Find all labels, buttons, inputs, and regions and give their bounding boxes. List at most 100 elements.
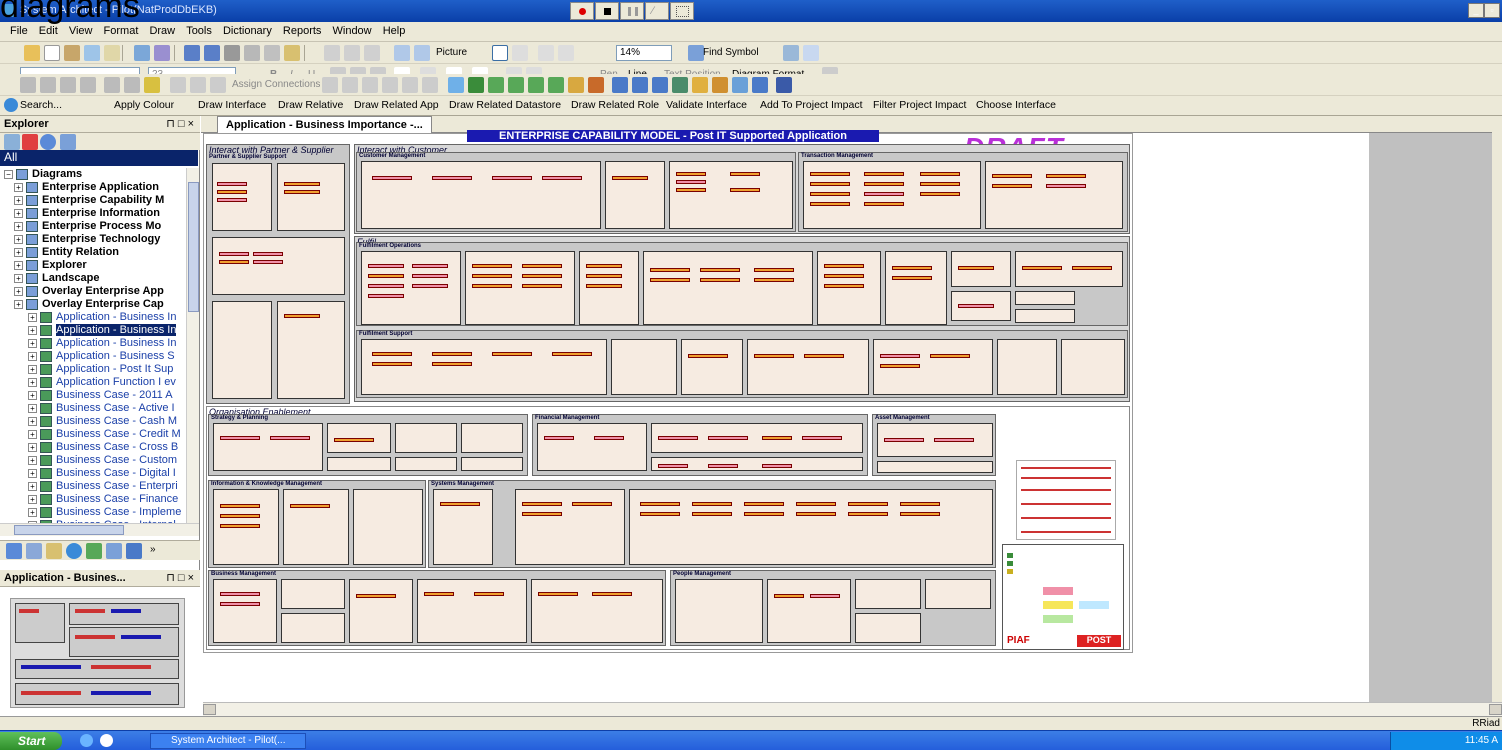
space-h-icon[interactable] — [104, 77, 120, 93]
route-icon[interactable] — [190, 77, 206, 93]
group-information-knowledge[interactable]: Information & Knowledge Management — [208, 480, 426, 568]
capability-box[interactable] — [985, 161, 1123, 229]
capability-box[interactable] — [651, 457, 863, 471]
capability-box[interactable] — [361, 251, 461, 325]
group-fulfilment-support[interactable]: Fulfilment Support — [356, 330, 1128, 398]
explorer-controls[interactable]: ⊓ □ × — [166, 117, 194, 130]
canvas-hscrollbar[interactable] — [203, 702, 1502, 716]
expand-toggle-icon[interactable]: + — [28, 391, 37, 400]
clipboard-icon[interactable] — [344, 45, 360, 61]
properties-icon[interactable] — [4, 134, 20, 150]
expand-toggle-icon[interactable]: + — [28, 417, 37, 426]
copy-diagram-icon[interactable] — [84, 45, 100, 61]
explorer-filter[interactable]: All — [0, 150, 198, 166]
capability-box[interactable] — [855, 579, 921, 609]
report-tab-icon[interactable] — [126, 543, 142, 559]
connect-icon[interactable] — [170, 77, 186, 93]
properties-icon[interactable] — [64, 45, 80, 61]
overview-controls[interactable]: ⊓ □ × — [166, 571, 194, 584]
refresh-icon[interactable] — [40, 134, 56, 150]
capability-box[interactable] — [643, 251, 813, 325]
dictionary-tab-icon[interactable] — [46, 543, 62, 559]
capability-box[interactable] — [747, 339, 869, 395]
capability-box[interactable] — [1015, 309, 1075, 323]
capability-box[interactable] — [213, 579, 277, 643]
capability-box[interactable] — [1015, 251, 1123, 287]
connection-style-5-icon[interactable] — [402, 77, 418, 93]
capability-box[interactable] — [283, 489, 349, 565]
group-customer-management[interactable]: Customer Management — [356, 152, 796, 232]
taskbar-app-button[interactable]: System Architect - Pilot(... — [150, 733, 306, 749]
capability-box[interactable] — [281, 579, 345, 609]
capability-box[interactable] — [213, 489, 279, 565]
overview-thumbnail[interactable] — [10, 598, 185, 708]
draw-relative-command[interactable]: Draw Relative — [278, 99, 343, 111]
text-tool-icon[interactable] — [712, 77, 728, 93]
expand-toggle-icon[interactable]: + — [14, 196, 23, 205]
people-icon[interactable] — [568, 77, 584, 93]
capability-box[interactable] — [817, 251, 881, 325]
diagrams-tab-icon[interactable] — [26, 543, 42, 559]
expand-toggle-icon[interactable]: + — [14, 222, 23, 231]
tee-right-icon[interactable] — [508, 77, 524, 93]
record-button[interactable] — [570, 2, 594, 20]
capability-box[interactable] — [951, 251, 1011, 287]
connection-style-6-icon[interactable] — [422, 77, 438, 93]
capability-box[interactable] — [277, 301, 345, 399]
zoom-in-icon[interactable] — [538, 45, 554, 61]
capability-box[interactable] — [855, 613, 921, 643]
capability-box[interactable] — [395, 457, 457, 471]
group-business-management[interactable]: Business Management — [208, 570, 666, 646]
zoom-combo[interactable]: 14% — [616, 45, 672, 61]
view-icon[interactable] — [60, 134, 76, 150]
search-magnifier-icon[interactable] — [448, 77, 464, 93]
capability-box[interactable] — [212, 163, 272, 231]
expand-toggle-icon[interactable]: + — [14, 209, 23, 218]
capability-box[interactable] — [461, 423, 523, 453]
space-v-icon[interactable] — [124, 77, 140, 93]
capability-box[interactable] — [361, 161, 601, 229]
capability-box[interactable] — [681, 339, 743, 395]
capability-box[interactable] — [629, 489, 993, 565]
note-icon[interactable] — [612, 77, 628, 93]
capability-box[interactable] — [327, 457, 391, 471]
shape-icon[interactable] — [692, 77, 708, 93]
expand-toggle-icon[interactable]: + — [14, 287, 23, 296]
filter-project-impact-command[interactable]: Filter Project Impact — [873, 99, 966, 111]
link-icon[interactable] — [783, 45, 799, 61]
connection-style-3-icon[interactable] — [362, 77, 378, 93]
search-command[interactable]: Search... — [20, 99, 62, 111]
capability-box[interactable] — [213, 423, 323, 471]
align-top-icon[interactable] — [20, 77, 36, 93]
assign-connections-button[interactable]: Assign Connections — [232, 79, 320, 90]
scroll-thumb[interactable] — [188, 182, 199, 312]
capability-box[interactable] — [873, 339, 993, 395]
distribute-icon[interactable] — [80, 77, 96, 93]
capability-box[interactable] — [349, 579, 413, 643]
expand-toggle-icon[interactable]: + — [28, 352, 37, 361]
expand-toggle-icon[interactable]: + — [28, 469, 37, 478]
align-bottom-icon[interactable] — [60, 77, 76, 93]
matrix-icon[interactable] — [652, 77, 668, 93]
explorer-tab-icon[interactable] — [6, 543, 22, 559]
menu-dictionary[interactable]: Dictionary — [219, 22, 276, 40]
capability-box[interactable] — [395, 423, 457, 453]
group-financial-management[interactable]: Financial Management — [532, 414, 868, 476]
capability-box[interactable] — [1015, 291, 1075, 305]
quick-launch-browser-icon[interactable] — [100, 734, 113, 747]
group-systems-management[interactable]: Systems Management — [428, 480, 996, 568]
expand-toggle-icon[interactable]: + — [14, 183, 23, 192]
connection-style-2-icon[interactable] — [342, 77, 358, 93]
model-tab-icon[interactable] — [86, 543, 102, 559]
menu-window[interactable]: Window — [329, 22, 376, 40]
back-arrow-icon[interactable] — [394, 45, 410, 61]
capability-box[interactable] — [327, 423, 391, 453]
cut-icon[interactable] — [264, 45, 280, 61]
forward-arrow-icon[interactable] — [414, 45, 430, 61]
validate-icon[interactable] — [803, 45, 819, 61]
draw-related-app-command[interactable]: Draw Related App — [354, 99, 439, 111]
group-asset-management[interactable]: Asset Management — [872, 414, 996, 476]
expand-toggle-icon[interactable]: + — [28, 339, 37, 348]
pen-tool-button[interactable]: ∕ — [645, 2, 669, 20]
search-tab-icon[interactable] — [66, 543, 82, 559]
